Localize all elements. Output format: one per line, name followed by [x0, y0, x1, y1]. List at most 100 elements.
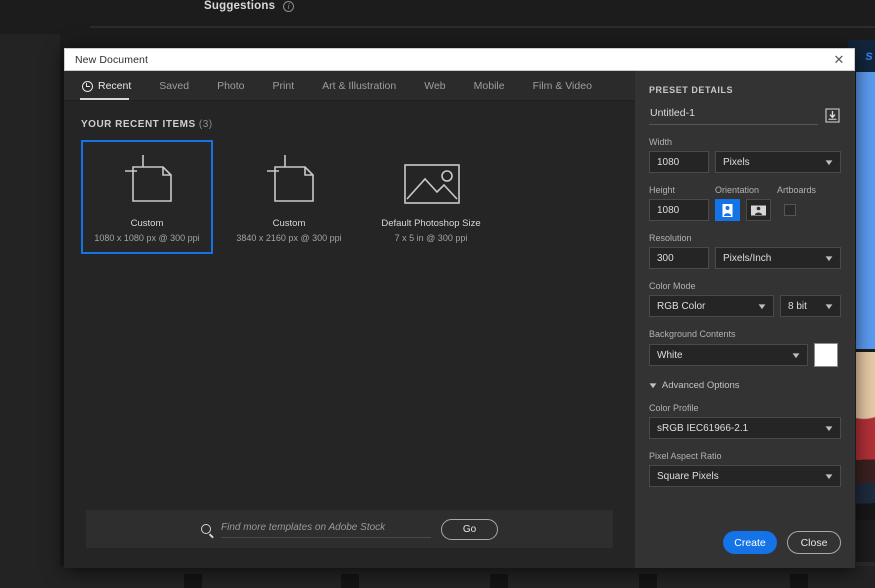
recent-item-card[interactable]: Custom 3840 x 2160 px @ 300 ppi — [223, 140, 355, 254]
resolution-unit-value: Pixels/Inch — [723, 253, 771, 264]
recent-item-card[interactable]: Custom 1080 x 1080 px @ 300 ppi — [81, 140, 213, 254]
chevron-down-icon: ▼ — [790, 351, 801, 360]
background-divider-top — [90, 26, 875, 28]
width-row: Pixels ▼ — [649, 151, 841, 173]
tab-saved[interactable]: Saved — [157, 80, 201, 100]
color-profile-label: Color Profile — [649, 403, 841, 413]
recent-items-heading: YOUR RECENT ITEMS — [81, 119, 196, 130]
width-unit-value: Pixels — [723, 157, 750, 168]
info-icon: i — [283, 1, 294, 12]
width-label: Width — [649, 137, 841, 147]
preset-details-heading: PRESET DETAILS — [649, 85, 841, 95]
recent-item-title: Custom — [273, 218, 306, 229]
background-blue-panel — [856, 62, 875, 349]
tab-saved-label: Saved — [159, 80, 189, 92]
tab-art-illustration[interactable]: Art & Illustration — [320, 80, 408, 100]
tab-print[interactable]: Print — [271, 80, 307, 100]
tab-recent[interactable]: Recent — [80, 80, 143, 100]
background-contents-value: White — [657, 350, 683, 361]
bit-depth-value: 8 bit — [788, 301, 807, 312]
recent-items-header: YOUR RECENT ITEMS (3) — [64, 101, 635, 140]
preset-name-input[interactable] — [649, 105, 818, 125]
color-mode-select[interactable]: RGB Color ▼ — [649, 295, 774, 317]
recent-item-subtitle: 3840 x 2160 px @ 300 ppi — [236, 233, 341, 243]
search-icon — [201, 524, 211, 534]
background-bottom-tick — [790, 574, 808, 588]
close-button[interactable]: Close — [787, 531, 841, 554]
chevron-down-icon: ▼ — [647, 381, 658, 390]
width-unit-select[interactable]: Pixels ▼ — [715, 151, 841, 173]
color-mode-label: Color Mode — [649, 281, 841, 291]
tab-mobile[interactable]: Mobile — [472, 80, 517, 100]
height-label: Height — [649, 185, 709, 195]
recent-item-title: Default Photoshop Size — [381, 218, 480, 229]
tab-photo-label: Photo — [217, 80, 244, 92]
dialog-titlebar: New Document ✕ — [64, 48, 855, 71]
dialog-title: New Document — [75, 54, 828, 66]
pixel-aspect-ratio-value: Square Pixels — [657, 471, 719, 482]
chevron-down-icon: ▼ — [823, 158, 834, 167]
chevron-down-icon: ▼ — [823, 424, 834, 433]
artboards-checkbox[interactable] — [784, 204, 796, 216]
background-bottom-tick — [184, 574, 202, 588]
tab-film-video[interactable]: Film & Video — [531, 80, 604, 100]
landscape-orientation-icon[interactable] — [746, 199, 771, 221]
color-profile-value: sRGB IEC61966-2.1 — [657, 423, 748, 434]
new-document-dialog: New Document ✕ Recent Saved Photo Print — [64, 48, 855, 568]
close-icon[interactable]: ✕ — [828, 50, 850, 69]
category-tabbar: Recent Saved Photo Print Art & Illustrat… — [64, 71, 635, 101]
stock-search-input[interactable] — [221, 520, 431, 538]
tab-web-label: Web — [424, 80, 445, 92]
recent-item-subtitle: 7 x 5 in @ 300 ppi — [395, 233, 468, 243]
clock-icon — [82, 81, 93, 92]
background-bottom-tick — [341, 574, 359, 588]
orientation-label: Orientation — [715, 185, 771, 195]
color-profile-select[interactable]: sRGB IEC61966-2.1 ▼ — [649, 417, 841, 439]
tab-print-label: Print — [273, 80, 295, 92]
background-contents-label: Background Contents — [649, 329, 841, 339]
tab-mobile-label: Mobile — [474, 80, 505, 92]
resolution-row: Pixels/Inch ▼ — [649, 247, 841, 269]
portrait-orientation-icon[interactable] — [715, 199, 740, 221]
pixel-aspect-ratio-select[interactable]: Square Pixels ▼ — [649, 465, 841, 487]
save-preset-icon[interactable] — [824, 107, 841, 124]
background-contents-select[interactable]: White ▼ — [649, 344, 808, 366]
resolution-label: Resolution — [649, 233, 841, 243]
photo-icon — [395, 148, 467, 216]
chevron-down-icon: ▼ — [823, 472, 834, 481]
preset-name-row — [649, 105, 841, 125]
tab-photo[interactable]: Photo — [215, 80, 256, 100]
background-left-panel — [0, 34, 60, 588]
height-input[interactable] — [649, 199, 709, 221]
recent-item-subtitle: 1080 x 1080 px @ 300 ppi — [94, 233, 199, 243]
artboards-label: Artboards — [777, 185, 833, 195]
pixel-aspect-ratio-label: Pixel Aspect Ratio — [649, 451, 841, 461]
background-photo-thumbnail — [856, 352, 875, 520]
resolution-input[interactable] — [649, 247, 709, 269]
chevron-down-icon: ▼ — [823, 302, 834, 311]
color-mode-row: RGB Color ▼ 8 bit ▼ — [649, 295, 841, 317]
tab-film-video-label: Film & Video — [533, 80, 592, 92]
tab-art-illustration-label: Art & Illustration — [322, 80, 396, 92]
recent-items-list: Custom 1080 x 1080 px @ 300 ppi Custom 3… — [64, 140, 635, 254]
document-crop-icon — [113, 148, 181, 216]
height-orientation-labels: Height Orientation Artboards — [649, 173, 841, 199]
dialog-body: Recent Saved Photo Print Art & Illustrat… — [64, 71, 855, 568]
background-bottom-bar — [0, 566, 875, 588]
width-input[interactable] — [649, 151, 709, 173]
background-contents-row: White ▼ — [649, 343, 841, 367]
bit-depth-select[interactable]: 8 bit ▼ — [780, 295, 841, 317]
templates-area: Recent Saved Photo Print Art & Illustrat… — [64, 71, 635, 568]
recent-item-card[interactable]: Default Photoshop Size 7 x 5 in @ 300 pp… — [365, 140, 497, 254]
recent-item-title: Custom — [131, 218, 164, 229]
create-button[interactable]: Create — [723, 531, 777, 554]
tab-web[interactable]: Web — [422, 80, 457, 100]
background-color-swatch[interactable] — [814, 343, 838, 367]
resolution-unit-select[interactable]: Pixels/Inch ▼ — [715, 247, 841, 269]
suggestions-label: Suggestions — [204, 0, 275, 12]
background-stock-tab-label: s — [865, 47, 873, 63]
recent-items-count: (3) — [199, 119, 213, 130]
go-button[interactable]: Go — [441, 519, 498, 540]
stock-search-bar: Go — [86, 510, 613, 548]
advanced-options-toggle[interactable]: ▼ Advanced Options — [649, 380, 841, 391]
